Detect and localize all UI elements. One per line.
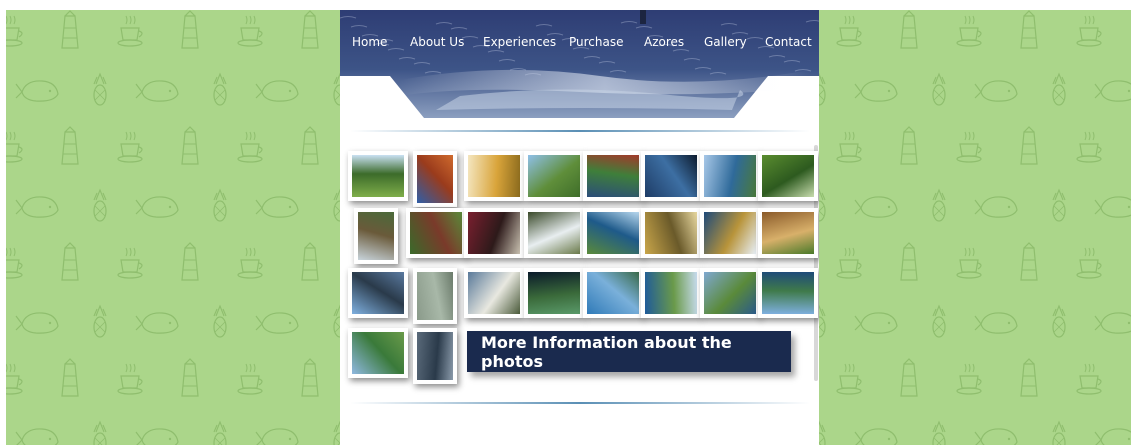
gallery-photo xyxy=(358,212,394,260)
left-background-pattern xyxy=(6,10,340,445)
gallery-thumbnail[interactable] xyxy=(413,151,457,207)
main-content: Home About Us Experiences Purchase Azore… xyxy=(340,10,819,445)
gallery-photo xyxy=(528,155,580,197)
top-divider xyxy=(350,130,810,132)
gallery-photo xyxy=(587,212,639,254)
bottom-divider xyxy=(350,402,810,404)
gallery-thumbnail[interactable] xyxy=(583,151,643,201)
right-background-pattern xyxy=(819,10,1131,445)
gallery-photo xyxy=(645,212,697,254)
gallery-photo xyxy=(587,155,639,197)
gallery-thumbnail[interactable] xyxy=(641,268,701,318)
gallery-thumbnail[interactable] xyxy=(464,208,524,258)
gallery-thumbnail[interactable] xyxy=(464,151,524,201)
gallery-thumbnail[interactable] xyxy=(758,151,818,201)
gallery-photo xyxy=(762,272,814,314)
gallery-thumbnail[interactable] xyxy=(641,208,701,258)
gallery-photo xyxy=(417,332,453,380)
gallery-thumbnail[interactable] xyxy=(348,151,408,201)
gallery-photo xyxy=(645,155,697,197)
gallery-photo xyxy=(528,212,580,254)
gallery-photo xyxy=(704,212,756,254)
gallery-photo xyxy=(762,212,814,254)
gallery-thumbnail[interactable] xyxy=(583,208,643,258)
gallery-photo xyxy=(645,272,697,314)
nav-azores[interactable]: Azores xyxy=(644,35,684,49)
gallery-photo xyxy=(468,155,520,197)
gallery-thumbnail[interactable] xyxy=(700,268,760,318)
ocean-banner-image xyxy=(340,10,819,118)
nav-gallery[interactable]: Gallery xyxy=(704,35,747,49)
gallery-thumbnail[interactable] xyxy=(524,208,584,258)
gallery-photo xyxy=(417,272,453,320)
gallery-thumbnail[interactable] xyxy=(758,268,818,318)
gallery-photo xyxy=(352,272,404,314)
pattern-svg-left xyxy=(6,10,340,445)
nav-experiences[interactable]: Experiences xyxy=(483,35,556,49)
gallery-thumbnail[interactable] xyxy=(348,268,408,318)
nav-contact[interactable]: Contact xyxy=(765,35,812,49)
nav-home[interactable]: Home xyxy=(352,35,387,49)
gallery-thumbnail[interactable] xyxy=(354,208,398,264)
gallery-thumbnail[interactable] xyxy=(700,208,760,258)
gallery-thumbnail[interactable] xyxy=(348,328,408,378)
top-navigation: Home About Us Experiences Purchase Azore… xyxy=(340,32,819,52)
nav-purchase[interactable]: Purchase xyxy=(569,35,624,49)
gallery-photo xyxy=(528,272,580,314)
gallery-photo xyxy=(352,332,404,374)
gallery-photo xyxy=(468,272,520,314)
gallery-thumbnail[interactable] xyxy=(524,151,584,201)
gallery-thumbnail[interactable] xyxy=(413,268,457,324)
gallery-thumbnail[interactable] xyxy=(524,268,584,318)
gallery-photo xyxy=(352,155,404,197)
gallery-photo xyxy=(704,155,756,197)
gallery-thumbnail[interactable] xyxy=(583,268,643,318)
header-banner: Home About Us Experiences Purchase Azore… xyxy=(340,10,819,118)
gallery-thumbnail[interactable] xyxy=(464,268,524,318)
gallery-thumbnail[interactable] xyxy=(700,151,760,201)
more-info-button-label: More Information about the photos xyxy=(481,332,732,371)
gallery-thumbnail[interactable] xyxy=(406,208,466,258)
gallery-thumbnail[interactable] xyxy=(641,151,701,201)
gallery-photo xyxy=(410,212,462,254)
gallery-photo xyxy=(762,155,814,197)
gallery-photo xyxy=(704,272,756,314)
gallery-thumbnail[interactable] xyxy=(413,328,457,384)
gallery-photo xyxy=(587,272,639,314)
pattern-svg-right xyxy=(819,10,1131,445)
gallery-photo xyxy=(468,212,520,254)
nav-about-us[interactable]: About Us xyxy=(410,35,464,49)
gallery-photo xyxy=(417,155,453,203)
gallery-thumbnail[interactable] xyxy=(758,208,818,258)
more-info-button[interactable]: More Information about the photos xyxy=(467,331,791,372)
